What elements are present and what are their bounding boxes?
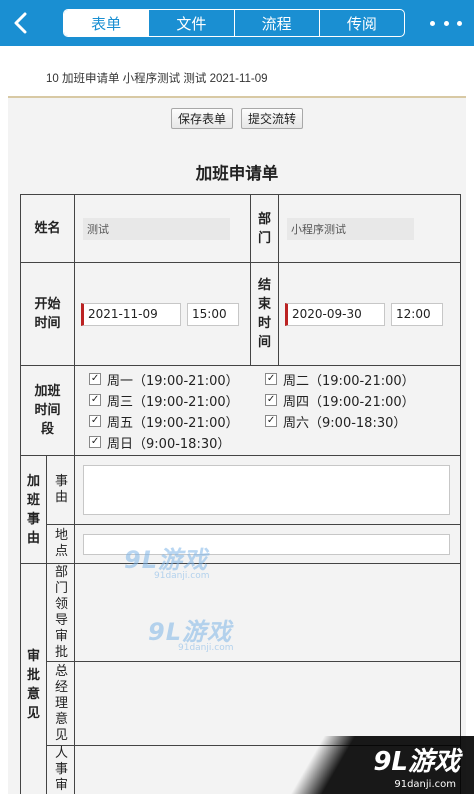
- period-checkbox-mon[interactable]: ✓ 周一（19:00-21:00）: [89, 369, 265, 390]
- reason-textarea[interactable]: [83, 465, 451, 515]
- start-time-label: 开始时间: [19, 262, 76, 366]
- form-table: 姓名 测试 部门 小程序测试 开始时间 2021-11-09 15:00 结束时…: [19, 194, 462, 794]
- gm-opinion: [74, 661, 462, 746]
- top-bar: 表单 文件 流程 传阅: [0, 0, 474, 46]
- gm-label: 总经理意见: [45, 661, 76, 746]
- tab-files[interactable]: 文件: [148, 10, 233, 36]
- tab-circulate[interactable]: 传阅: [318, 10, 404, 36]
- hr-label: 人事审: [45, 745, 76, 794]
- checkbox-checked-icon: ✓: [89, 373, 102, 385]
- submit-flow-button[interactable]: 提交流转: [241, 108, 304, 129]
- corner-logo-url: 91danji.com: [394, 779, 456, 790]
- checkbox-checked-icon: ✓: [265, 415, 278, 427]
- period-label: 加班时间段: [19, 365, 76, 456]
- checkbox-checked-icon: ✓: [265, 394, 278, 406]
- end-time-label: 结束时间: [250, 262, 280, 366]
- end-time-input[interactable]: 12:00: [391, 302, 444, 326]
- form-actions: 保存表单 提交流转: [8, 108, 466, 129]
- watermark-logo: 9L游戏 91danji.com: [124, 546, 210, 581]
- dept-label: 部门: [250, 194, 280, 263]
- period-checkbox-thu[interactable]: ✓ 周四（19:00-21:00）: [265, 390, 445, 411]
- row-name-dept: 姓名 测试 部门 小程序测试: [19, 194, 462, 263]
- period-checkbox-wed[interactable]: ✓ 周三（19:00-21:00）: [89, 390, 265, 411]
- form-panel: 保存表单 提交流转 加班申请单 姓名 测试 部门 小程序测试 开始时间 2021…: [8, 96, 466, 794]
- name-label: 姓名: [19, 194, 76, 263]
- watermark-logo: 9L游戏 91danji.com: [148, 618, 234, 653]
- dept-leader-label: 部门领导审批: [45, 563, 76, 662]
- location-label: 地点: [45, 524, 76, 564]
- end-date-input[interactable]: 2020-09-30: [285, 302, 386, 326]
- row-location: 地点: [21, 524, 462, 564]
- row-reason: 加班事由 事由: [20, 455, 462, 564]
- tab-bar: 表单 文件 流程 传阅: [63, 9, 405, 37]
- name-field[interactable]: 测试: [83, 217, 231, 240]
- app: 表单 文件 流程 传阅 10 加班申请单 小程序测试 测试 2021-11-09…: [0, 0, 474, 794]
- checkbox-checked-icon: ✓: [89, 394, 102, 406]
- period-checkbox-tue[interactable]: ✓ 周二（19:00-21:00）: [265, 369, 445, 390]
- tab-workflow[interactable]: 流程: [233, 10, 319, 36]
- period-checkbox-fri[interactable]: ✓ 周五（19:00-21:00）: [89, 411, 265, 432]
- row-approval-dept: 审批意见 部门领导审批: [20, 563, 462, 794]
- more-menu-icon[interactable]: [426, 13, 466, 33]
- back-button[interactable]: [8, 8, 34, 38]
- save-form-button[interactable]: 保存表单: [170, 108, 233, 129]
- checkbox-checked-icon: ✓: [265, 373, 278, 385]
- checkbox-checked-icon: ✓: [89, 436, 102, 448]
- start-time-input[interactable]: 15:00: [187, 302, 240, 326]
- corner-logo-text: 9L游戏: [373, 747, 460, 777]
- row-time: 开始时间 2021-11-09 15:00 结束时间 2020-09-30 12…: [19, 262, 462, 366]
- row-periods: 加班时间段 ✓ 周一（19:00-21:00） ✓ 周二（19:00-21:00） …: [19, 365, 462, 456]
- chevron-left-icon: [14, 12, 27, 34]
- tab-form[interactable]: 表单: [64, 10, 149, 36]
- form-title: 加班申请单: [195, 164, 279, 183]
- period-checkbox-sat[interactable]: ✓ 周六（9:00-18:30）: [265, 411, 445, 432]
- document-title: 10 加班申请单 小程序测试 测试 2021-11-09: [46, 73, 268, 85]
- reason-label: 事由: [45, 455, 76, 525]
- approval-label: 审批意见: [20, 563, 47, 794]
- checkbox-checked-icon: ✓: [89, 415, 102, 427]
- dept-field[interactable]: 小程序测试: [287, 217, 415, 240]
- reason-group-label: 加班事由: [20, 455, 47, 564]
- row-approval-gm: 总经理意见: [21, 661, 462, 746]
- period-checkbox-sun[interactable]: ✓ 周日（9:00-18:30）: [89, 432, 265, 453]
- start-date-input[interactable]: 2021-11-09: [81, 302, 182, 326]
